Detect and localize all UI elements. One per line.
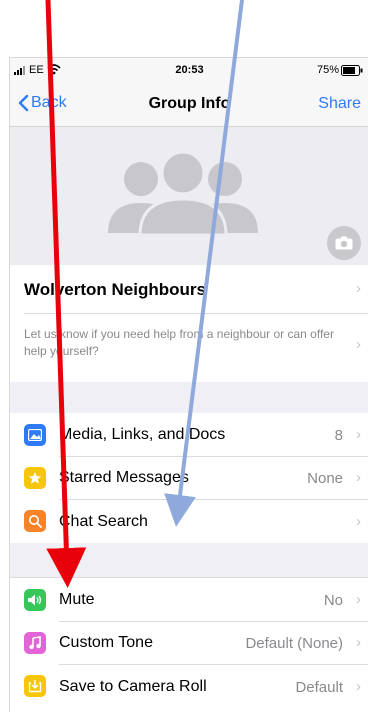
row-label: Custom Tone: [59, 634, 153, 651]
phone-screen: EE 20:53 75% Back Group Info Share Wolve…: [9, 57, 368, 712]
status-bar: EE 20:53 75%: [10, 58, 368, 84]
group-details-section: Wolverton Neighbours › Let us know if yo…: [10, 265, 368, 382]
chevron-right-icon: ›: [356, 336, 361, 353]
chevron-right-icon: ›: [356, 678, 361, 695]
row-label: Media, Links, and Docs: [59, 426, 226, 443]
row-value: None: [307, 470, 343, 487]
page-title: Group Info: [148, 95, 231, 112]
row-label: Save to Camera Roll: [59, 678, 207, 695]
row-label: Mute: [59, 591, 95, 608]
group-name: Wolverton Neighbours: [24, 280, 206, 299]
chat-search-row[interactable]: Chat Search ›: [10, 500, 368, 543]
chevron-right-icon: ›: [356, 634, 361, 651]
group-description: Let us know if you need help from a neig…: [24, 327, 334, 358]
music-note-icon: [24, 632, 46, 654]
mute-row[interactable]: Mute No ›: [10, 578, 368, 621]
status-time: 20:53: [175, 64, 204, 76]
group-avatar-icon: [108, 150, 258, 237]
row-value: Default (None): [245, 635, 343, 652]
battery-percent: 75%: [316, 64, 339, 76]
star-icon: [24, 467, 46, 489]
group-description-row[interactable]: Let us know if you need help from a neig…: [10, 314, 368, 382]
chevron-right-icon: ›: [356, 469, 361, 486]
speaker-icon: [24, 589, 46, 611]
media-section: Media, Links, and Docs 8 › Starred Messa…: [10, 413, 368, 543]
change-photo-button[interactable]: [327, 226, 361, 260]
starred-messages-row[interactable]: Starred Messages None ›: [10, 457, 368, 499]
navigation-bar: Back Group Info Share: [10, 84, 368, 127]
chat-settings-section: Mute No › Custom Tone Default (None) › S…: [10, 577, 368, 712]
chevron-right-icon: ›: [356, 513, 361, 530]
chevron-right-icon: ›: [356, 591, 361, 608]
row-value: No: [323, 592, 343, 609]
row-label: Starred Messages: [59, 469, 189, 486]
group-name-row[interactable]: Wolverton Neighbours ›: [10, 265, 368, 313]
media-links-docs-row[interactable]: Media, Links, and Docs 8 ›: [10, 413, 368, 456]
save-to-camera-roll-row[interactable]: Save to Camera Roll Default ›: [10, 665, 368, 709]
custom-tone-row[interactable]: Custom Tone Default (None) ›: [10, 622, 368, 664]
group-photo-area[interactable]: [10, 127, 368, 265]
search-icon: [24, 510, 46, 532]
row-label: Chat Search: [59, 513, 148, 530]
row-value: Default: [295, 679, 343, 696]
battery-icon: [341, 65, 363, 76]
camera-icon: [335, 236, 353, 250]
row-value: 8: [334, 427, 343, 444]
photo-icon: [24, 424, 46, 446]
download-icon: [24, 675, 46, 697]
chevron-right-icon: ›: [356, 426, 361, 443]
share-button[interactable]: Share: [318, 95, 361, 113]
chevron-right-icon: ›: [356, 280, 361, 297]
